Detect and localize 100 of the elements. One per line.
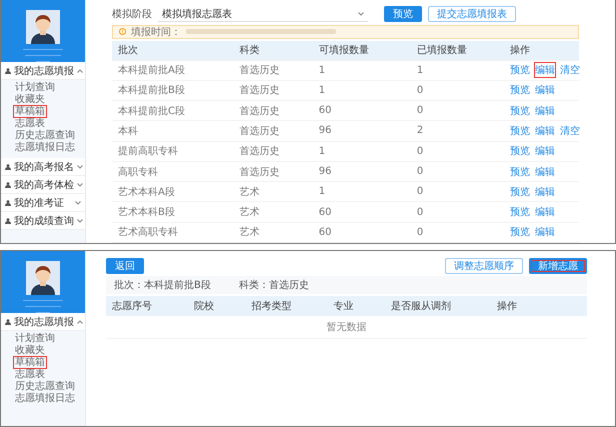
table-cell-text: 艺术高职专科 — [117, 226, 179, 240]
menu-group[interactable]: 我的成绩查询 — [1, 212, 85, 230]
menu-item[interactable]: 收藏夹 — [14, 94, 46, 105]
menu-group[interactable]: 我的高考体检 — [1, 176, 85, 194]
action-link[interactable]: 预览 — [510, 164, 530, 179]
table-cell-text: 艺术 — [238, 186, 260, 199]
table-cell-text: 首选历史 — [238, 64, 280, 78]
chevron-icon — [358, 12, 364, 16]
avatar-icon — [26, 10, 60, 44]
action-link[interactable]: 编辑 — [535, 205, 556, 220]
action-button[interactable]: 新增志愿 — [529, 258, 587, 274]
column-header: 操作 — [509, 44, 532, 58]
user-icon — [5, 200, 11, 206]
table-cell-text: 艺术 — [238, 226, 260, 240]
column-header: 院校 — [192, 300, 215, 313]
menu-item[interactable]: 历史志愿查询 — [14, 130, 76, 141]
table-cell-text: 首选历史 — [238, 144, 280, 158]
column-header: 批次 — [117, 44, 139, 58]
menu-group[interactable]: 我的志愿填报 — [1, 313, 85, 331]
action-link[interactable]: 预览 — [510, 184, 530, 199]
action-link[interactable]: 编辑 — [535, 83, 556, 98]
back-button[interactable]: 返回 — [106, 258, 144, 274]
user-icon — [5, 182, 11, 188]
menu-item[interactable]: 草稿箱 — [14, 106, 46, 117]
user-icon — [5, 218, 11, 224]
menu-item[interactable]: 草稿箱 — [14, 357, 46, 368]
menu-group[interactable]: 我的高考报名 — [1, 158, 85, 176]
table-cell-text: 艺术本科A段 — [117, 186, 176, 199]
action-link[interactable]: 编辑 — [535, 63, 556, 78]
menu-group[interactable]: 我的准考证 — [1, 194, 85, 212]
table-cell-text: 首选历史 — [238, 166, 280, 179]
action-link[interactable]: 编辑 — [535, 124, 556, 138]
action-link[interactable]: 预览 — [510, 205, 530, 220]
menu-item[interactable]: 志愿填报日志 — [14, 142, 76, 153]
menu-item[interactable]: 志愿表 — [14, 118, 46, 129]
table-cell-text: 本科提前批B段 — [117, 84, 186, 98]
table-cell-text: 96 — [318, 125, 333, 136]
table-cell-text: 1 — [416, 64, 424, 76]
action-link[interactable]: 预览 — [510, 225, 530, 240]
action-link[interactable]: 编辑 — [535, 164, 556, 179]
table-cell-text: 0 — [416, 146, 424, 157]
action-button[interactable]: 预览 — [384, 6, 422, 22]
stage-select[interactable]: 模拟填报志愿表 — [158, 6, 368, 22]
table-cell-text: 首选历史 — [238, 124, 280, 138]
table-cell-text: 本科 — [117, 124, 139, 138]
table-cell-text: 60 — [318, 206, 333, 218]
info-icon — [119, 28, 126, 36]
action-link[interactable]: 编辑 — [535, 225, 556, 240]
column-header: 是否服从调剂 — [390, 300, 452, 313]
table-cell-text: 艺术本科B段 — [117, 206, 176, 220]
action-link[interactable]: 预览 — [510, 63, 530, 78]
table-cell-text: 96 — [318, 166, 333, 178]
menu-item[interactable]: 历史志愿查询 — [14, 381, 76, 392]
column-header: 操作 — [496, 300, 518, 313]
table-cell-text: 首选历史 — [238, 104, 280, 118]
action-link[interactable]: 编辑 — [535, 144, 556, 158]
table-cell-text: 2 — [416, 125, 424, 136]
menu-item[interactable]: 计划查询 — [14, 333, 56, 344]
action-link[interactable]: 清空 — [560, 63, 580, 78]
menu-group[interactable]: 我的志愿填报 — [1, 62, 85, 80]
menu-item[interactable]: 志愿表 — [14, 369, 46, 380]
action-link[interactable]: 编辑 — [535, 104, 556, 118]
table-cell-text: 提前高职专科 — [117, 144, 179, 158]
column-header: 志愿序号 — [111, 300, 153, 313]
action-button[interactable]: 提交志愿填报表 — [428, 6, 516, 22]
user-icon — [5, 318, 11, 324]
table-cell-text: 本科提前批C段 — [117, 104, 186, 118]
table-cell-text: 1 — [318, 186, 326, 198]
action-link[interactable]: 清空 — [560, 124, 580, 138]
menu-item[interactable]: 志愿填报日志 — [14, 393, 76, 404]
action-link[interactable]: 预览 — [510, 124, 530, 138]
table-cell-text: 0 — [416, 226, 424, 238]
notice-text: 填报时间： — [131, 26, 181, 39]
action-link[interactable]: 编辑 — [535, 184, 556, 199]
column-header: 可填报数量 — [318, 44, 370, 58]
table-cell-text: 0 — [416, 166, 424, 178]
info-text: 科类：首选历史 — [238, 278, 309, 292]
table-cell-text: 高职专科 — [117, 166, 159, 179]
table-cell-text: 0 — [416, 206, 424, 218]
action-link[interactable]: 预览 — [510, 104, 530, 118]
info-text: 批次：本科提前批B段 — [114, 278, 211, 292]
column-header: 已填报数量 — [416, 44, 468, 58]
table-cell-text: 60 — [318, 105, 333, 116]
action-link[interactable]: 预览 — [510, 83, 530, 98]
table-cell-text: 1 — [318, 64, 326, 76]
action-link[interactable]: 预览 — [510, 144, 530, 158]
table-cell-text: 60 — [318, 226, 333, 238]
menu-item[interactable]: 收藏夹 — [14, 345, 46, 356]
menu-item[interactable]: 计划查询 — [14, 82, 56, 93]
avatar-icon — [26, 261, 60, 295]
table-cell-text: 0 — [416, 84, 424, 96]
table-cell-text: 1 — [318, 146, 326, 157]
table-cell-text: 首选历史 — [238, 84, 280, 98]
table-cell-text: 0 — [416, 105, 424, 116]
empty-text: 暂无数据 — [326, 320, 366, 334]
table-cell-text: 1 — [318, 84, 326, 96]
action-button[interactable]: 调整志愿顺序 — [445, 258, 523, 274]
user-icon — [5, 164, 11, 170]
column-header: 科类 — [238, 44, 260, 58]
table-cell-text: 0 — [416, 186, 424, 198]
